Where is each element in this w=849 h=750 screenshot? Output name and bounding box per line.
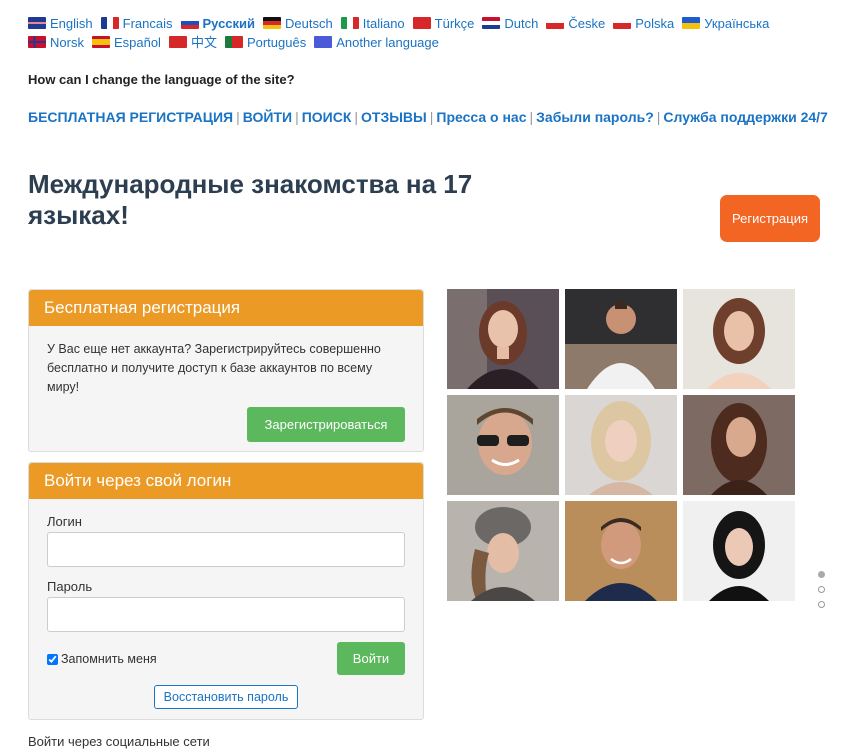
top-navigation: БЕСПЛАТНАЯ РЕГИСТРАЦИЯ | ВОЙТИ | ПОИСК | ОТЗЫВ…: [28, 107, 828, 128]
profile-photo[interactable]: [447, 289, 559, 389]
language-link[interactable]: 中文: [168, 33, 217, 52]
language-label: Español: [113, 35, 161, 50]
remember-me[interactable]: Запомнить меня: [47, 652, 157, 666]
profile-photo-grid: [447, 289, 796, 601]
login-panel-title: Войти через свой логин: [29, 463, 423, 499]
password-label: Пароль: [47, 579, 93, 594]
language-label: Deutsch: [285, 16, 333, 31]
it-flag-icon: [340, 17, 359, 29]
language-link[interactable]: Norsk: [28, 33, 84, 52]
login-panel: Войти через свой логин Логин Пароль Запо…: [28, 462, 424, 720]
language-link[interactable]: Українська: [682, 14, 769, 33]
language-label: Polska: [635, 16, 675, 31]
language-link[interactable]: Русский: [180, 14, 256, 33]
language-label: Русский: [202, 16, 256, 31]
login-label: Логин: [47, 514, 82, 529]
ru-flag-icon: [180, 17, 199, 29]
profile-photo[interactable]: [565, 289, 677, 389]
cn-flag-icon: [168, 36, 187, 48]
language-label: Norsk: [50, 35, 84, 50]
language-label: Português: [246, 35, 307, 50]
cz-flag-icon: [546, 17, 565, 29]
profile-photo[interactable]: [565, 395, 677, 495]
nav-link[interactable]: ПОИСК: [302, 109, 352, 125]
nav-separator: |: [529, 109, 534, 125]
register-button[interactable]: Регистрация: [720, 195, 820, 242]
language-link[interactable]: English: [28, 14, 93, 33]
language-link[interactable]: Türkçe: [412, 14, 475, 33]
ua-flag-icon: [682, 17, 701, 29]
language-link[interactable]: Português: [224, 33, 307, 52]
remember-me-label: Запомнить меня: [61, 652, 157, 666]
social-login-text: Войти через социальные сети: [28, 734, 210, 749]
login-input[interactable]: [47, 532, 405, 567]
profile-photo[interactable]: [683, 501, 795, 601]
language-label: Türkçe: [434, 16, 475, 31]
fr-flag-icon: [100, 17, 119, 29]
language-label: Česke: [568, 16, 606, 31]
restore-password-button[interactable]: Восстановить пароль: [154, 685, 298, 709]
language-label: 中文: [190, 35, 217, 50]
nav-separator: |: [656, 109, 661, 125]
carousel-indicator: [818, 571, 825, 616]
language-label: English: [50, 16, 93, 31]
nav-separator: |: [429, 109, 434, 125]
language-link[interactable]: Polska: [613, 14, 674, 33]
profile-photo[interactable]: [683, 289, 795, 389]
remember-me-checkbox[interactable]: [47, 654, 58, 665]
language-label: Italiano: [362, 16, 405, 31]
nl-flag-icon: [482, 17, 501, 29]
pl-flag-icon: [613, 17, 632, 29]
pt-flag-icon: [224, 36, 243, 48]
language-label: Українська: [704, 16, 770, 31]
tr-flag-icon: [412, 17, 431, 29]
language-label: Francais: [122, 16, 173, 31]
no-flag-icon: [28, 36, 46, 48]
password-input[interactable]: [47, 597, 405, 632]
nav-link[interactable]: Пресса о нас: [436, 109, 526, 125]
nav-separator: |: [236, 109, 240, 125]
nav-link[interactable]: Забыли пароль?: [536, 109, 654, 125]
other-language-icon: [314, 36, 333, 48]
language-link[interactable]: Francais: [100, 14, 173, 33]
language-help-link[interactable]: How can I change the language of the sit…: [28, 72, 295, 87]
language-label: Another language: [336, 35, 439, 50]
carousel-dot[interactable]: [818, 601, 825, 608]
free-registration-text: У Вас еще нет аккаунта? Зарегистрируйтес…: [47, 342, 381, 394]
profile-photo[interactable]: [565, 501, 677, 601]
language-label: Dutch: [504, 16, 539, 31]
language-link[interactable]: Español: [91, 33, 161, 52]
nav-separator: |: [295, 109, 299, 125]
language-link[interactable]: Italiano: [340, 14, 405, 33]
profile-photo[interactable]: [447, 395, 559, 495]
nav-link[interactable]: Служба поддержки 24/7: [663, 109, 827, 125]
de-flag-icon: [263, 17, 282, 29]
nav-link[interactable]: ВОЙТИ: [243, 109, 292, 125]
page-title: Международные знакомства на 17 языках!: [28, 169, 473, 230]
uk-flag-icon: [28, 17, 46, 29]
language-link[interactable]: Česke: [546, 14, 605, 33]
nav-link[interactable]: БЕСПЛАТНАЯ РЕГИСТРАЦИЯ: [28, 109, 233, 125]
language-link[interactable]: Dutch: [482, 14, 538, 33]
carousel-dot[interactable]: [818, 571, 825, 578]
nav-separator: |: [354, 109, 359, 125]
carousel-dot[interactable]: [818, 586, 825, 593]
profile-photo[interactable]: [447, 501, 559, 601]
es-flag-icon: [91, 36, 110, 48]
language-link[interactable]: Deutsch: [263, 14, 333, 33]
free-registration-panel: Бесплатная регистрация У Вас еще нет акк…: [28, 289, 424, 452]
free-registration-title: Бесплатная регистрация: [29, 290, 423, 326]
login-button[interactable]: Войти: [337, 642, 405, 675]
signup-button[interactable]: Зарегистрироваться: [247, 407, 405, 442]
language-link[interactable]: Another language: [314, 33, 439, 52]
profile-photo[interactable]: [683, 395, 795, 495]
nav-link[interactable]: ОТЗЫВЫ: [361, 109, 427, 125]
language-bar: English Francais Русский Deutsch Italiano Tür…: [28, 14, 808, 52]
